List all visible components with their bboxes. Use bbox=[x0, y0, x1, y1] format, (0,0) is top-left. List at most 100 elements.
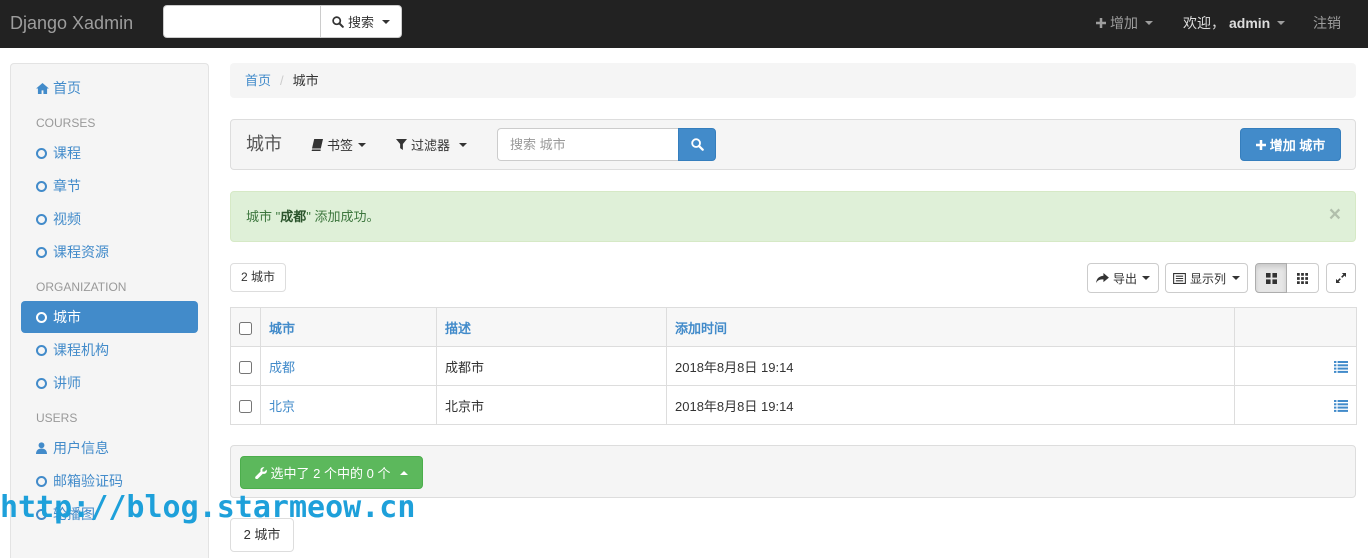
book-icon bbox=[311, 138, 323, 151]
filters-dropdown[interactable]: 过滤器 bbox=[396, 120, 468, 169]
global-search: 搜索 bbox=[163, 5, 402, 38]
alert-suffix: " 添加成功。 bbox=[306, 209, 380, 224]
sidebar-item-teachers[interactable]: 讲师 bbox=[21, 367, 198, 399]
caret-down-icon bbox=[459, 142, 468, 147]
breadcrumb-separator: / bbox=[280, 73, 284, 88]
circle-o-icon bbox=[36, 180, 47, 192]
sidebar-item-course-orgs[interactable]: 课程机构 bbox=[21, 334, 198, 366]
layout-compact-button[interactable] bbox=[1287, 263, 1319, 293]
layout-table-button[interactable] bbox=[1255, 263, 1287, 293]
cell-actions bbox=[1234, 346, 1357, 386]
list-icon[interactable] bbox=[1334, 361, 1348, 373]
select-all-checkbox[interactable] bbox=[239, 321, 252, 335]
sidebar-item-chapters[interactable]: 章节 bbox=[21, 170, 198, 202]
list-toolbar: 城市 书签 过滤器 增加 城市 bbox=[230, 119, 1356, 170]
bookmarks-dropdown[interactable]: 书签 bbox=[311, 120, 367, 169]
sidebar-item-label: 轮播图 bbox=[53, 506, 95, 522]
search-icon bbox=[332, 15, 344, 28]
caret-down-icon bbox=[1142, 276, 1150, 280]
city-link[interactable]: 北京 bbox=[269, 399, 295, 414]
circle-o-icon bbox=[36, 344, 47, 356]
cell-city: 成都 bbox=[260, 346, 437, 386]
result-count-footer: 2 城市 bbox=[230, 518, 294, 552]
sidebar-section-header: USERS bbox=[36, 411, 78, 425]
top-navbar: Django Xadmin 搜索 增加 欢迎， admin 注销 bbox=[0, 0, 1368, 48]
logout-link[interactable]: 注销 bbox=[1313, 0, 1341, 46]
nav-user-menu[interactable]: 欢迎， admin bbox=[1183, 0, 1286, 46]
sidebar-item-email-verify-code[interactable]: 邮箱验证码 bbox=[21, 465, 198, 497]
filters-label: 过滤器 bbox=[411, 138, 451, 153]
brand-logo[interactable]: Django Xadmin bbox=[10, 0, 133, 46]
bulk-actions-button[interactable]: 选中了 2 个中的 0 个 bbox=[240, 456, 423, 489]
global-search-button[interactable]: 搜索 bbox=[320, 5, 402, 38]
close-icon[interactable]: × bbox=[1329, 192, 1341, 238]
bookmarks-label: 书签 bbox=[327, 138, 354, 153]
table-row: 成都 成都市 2018年8月8日 19:14 bbox=[230, 346, 1357, 386]
caret-down-icon bbox=[1277, 21, 1286, 25]
sidebar: 首页 COURSES 课程 章节 视频 课程资源 ORGANIZATION 城市… bbox=[10, 63, 209, 558]
wrench-icon bbox=[254, 466, 267, 479]
bulk-actions-label: 选中了 2 个中的 0 个 bbox=[270, 466, 391, 481]
sidebar-item-label: 邮箱验证码 bbox=[53, 473, 123, 489]
global-search-label: 搜索 bbox=[347, 15, 374, 30]
export-button[interactable]: 导出 bbox=[1087, 263, 1159, 293]
cell-actions bbox=[1234, 385, 1357, 425]
sidebar-section-header: COURSES bbox=[36, 116, 96, 130]
layout-toggle-group bbox=[1255, 263, 1319, 293]
add-city-label: 增加 城市 bbox=[1269, 138, 1326, 153]
sort-city-link[interactable]: 城市 bbox=[269, 321, 295, 336]
sidebar-item-label: 课程资源 bbox=[53, 244, 109, 260]
show-columns-button[interactable]: 显示列 bbox=[1165, 263, 1248, 293]
circle-o-icon bbox=[36, 475, 47, 487]
add-city-button[interactable]: 增加 城市 bbox=[1240, 128, 1341, 161]
sidebar-item-label: 章节 bbox=[53, 178, 81, 194]
column-header-added: 添加时间 bbox=[666, 307, 1235, 347]
plus-icon bbox=[1255, 139, 1266, 150]
search-icon bbox=[690, 138, 704, 151]
nav-add-menu[interactable]: 增加 bbox=[1096, 0, 1153, 46]
cell-city: 北京 bbox=[260, 385, 437, 425]
filter-icon bbox=[396, 139, 407, 150]
cell-added: 2018年8月8日 19:14 bbox=[666, 346, 1235, 386]
sort-added-link[interactable]: 添加时间 bbox=[675, 321, 727, 336]
cell-description: 成都市 bbox=[436, 346, 667, 386]
global-search-input[interactable] bbox=[163, 5, 320, 38]
model-search-input[interactable] bbox=[497, 128, 679, 161]
sidebar-item-banners[interactable]: 轮播图 bbox=[21, 498, 198, 530]
export-label: 导出 bbox=[1112, 271, 1137, 286]
sort-description-link[interactable]: 描述 bbox=[445, 321, 471, 336]
column-header-actions bbox=[1234, 307, 1357, 347]
row-select-checkbox[interactable] bbox=[239, 360, 252, 374]
sidebar-item-home[interactable]: 首页 bbox=[21, 72, 198, 104]
list-alt-icon bbox=[1173, 272, 1186, 284]
column-header-description: 描述 bbox=[436, 307, 667, 347]
result-count-badge: 2 城市 bbox=[230, 263, 286, 292]
sidebar-item-label: 城市 bbox=[53, 309, 81, 325]
sidebar-item-label: 用户信息 bbox=[53, 440, 109, 456]
welcome-label: 欢迎， bbox=[1183, 15, 1225, 31]
alert-object-name: 成都 bbox=[280, 209, 307, 224]
sidebar-item-videos[interactable]: 视频 bbox=[21, 203, 198, 235]
results-table: 城市 描述 添加时间 成都 成都市 2018年8月8日 19:14 北京 北京市… bbox=[230, 307, 1357, 425]
list-icon[interactable] bbox=[1334, 400, 1348, 412]
breadcrumb-home-link[interactable]: 首页 bbox=[245, 73, 271, 88]
expand-icon bbox=[1336, 273, 1346, 283]
sidebar-item-courses[interactable]: 课程 bbox=[21, 137, 198, 169]
sidebar-item-cities[interactable]: 城市 bbox=[21, 301, 198, 333]
caret-down-icon bbox=[358, 142, 367, 147]
city-link[interactable]: 成都 bbox=[269, 360, 295, 375]
sidebar-item-label: 课程 bbox=[53, 145, 81, 161]
th-large-icon bbox=[1265, 272, 1277, 284]
model-search-button[interactable] bbox=[678, 128, 716, 161]
sidebar-item-course-resources[interactable]: 课程资源 bbox=[21, 236, 198, 268]
caret-down-icon bbox=[1232, 276, 1240, 280]
circle-o-icon bbox=[36, 311, 47, 323]
sidebar-item-label: 首页 bbox=[53, 80, 81, 96]
sidebar-item-user-profile[interactable]: 用户信息 bbox=[21, 432, 198, 464]
circle-o-icon bbox=[36, 147, 47, 159]
fullscreen-button[interactable] bbox=[1326, 263, 1356, 293]
breadcrumb-current: 城市 bbox=[292, 73, 319, 88]
table-row: 北京 北京市 2018年8月8日 19:14 bbox=[230, 385, 1357, 425]
row-select-checkbox[interactable] bbox=[239, 399, 252, 413]
circle-o-icon bbox=[36, 508, 47, 520]
